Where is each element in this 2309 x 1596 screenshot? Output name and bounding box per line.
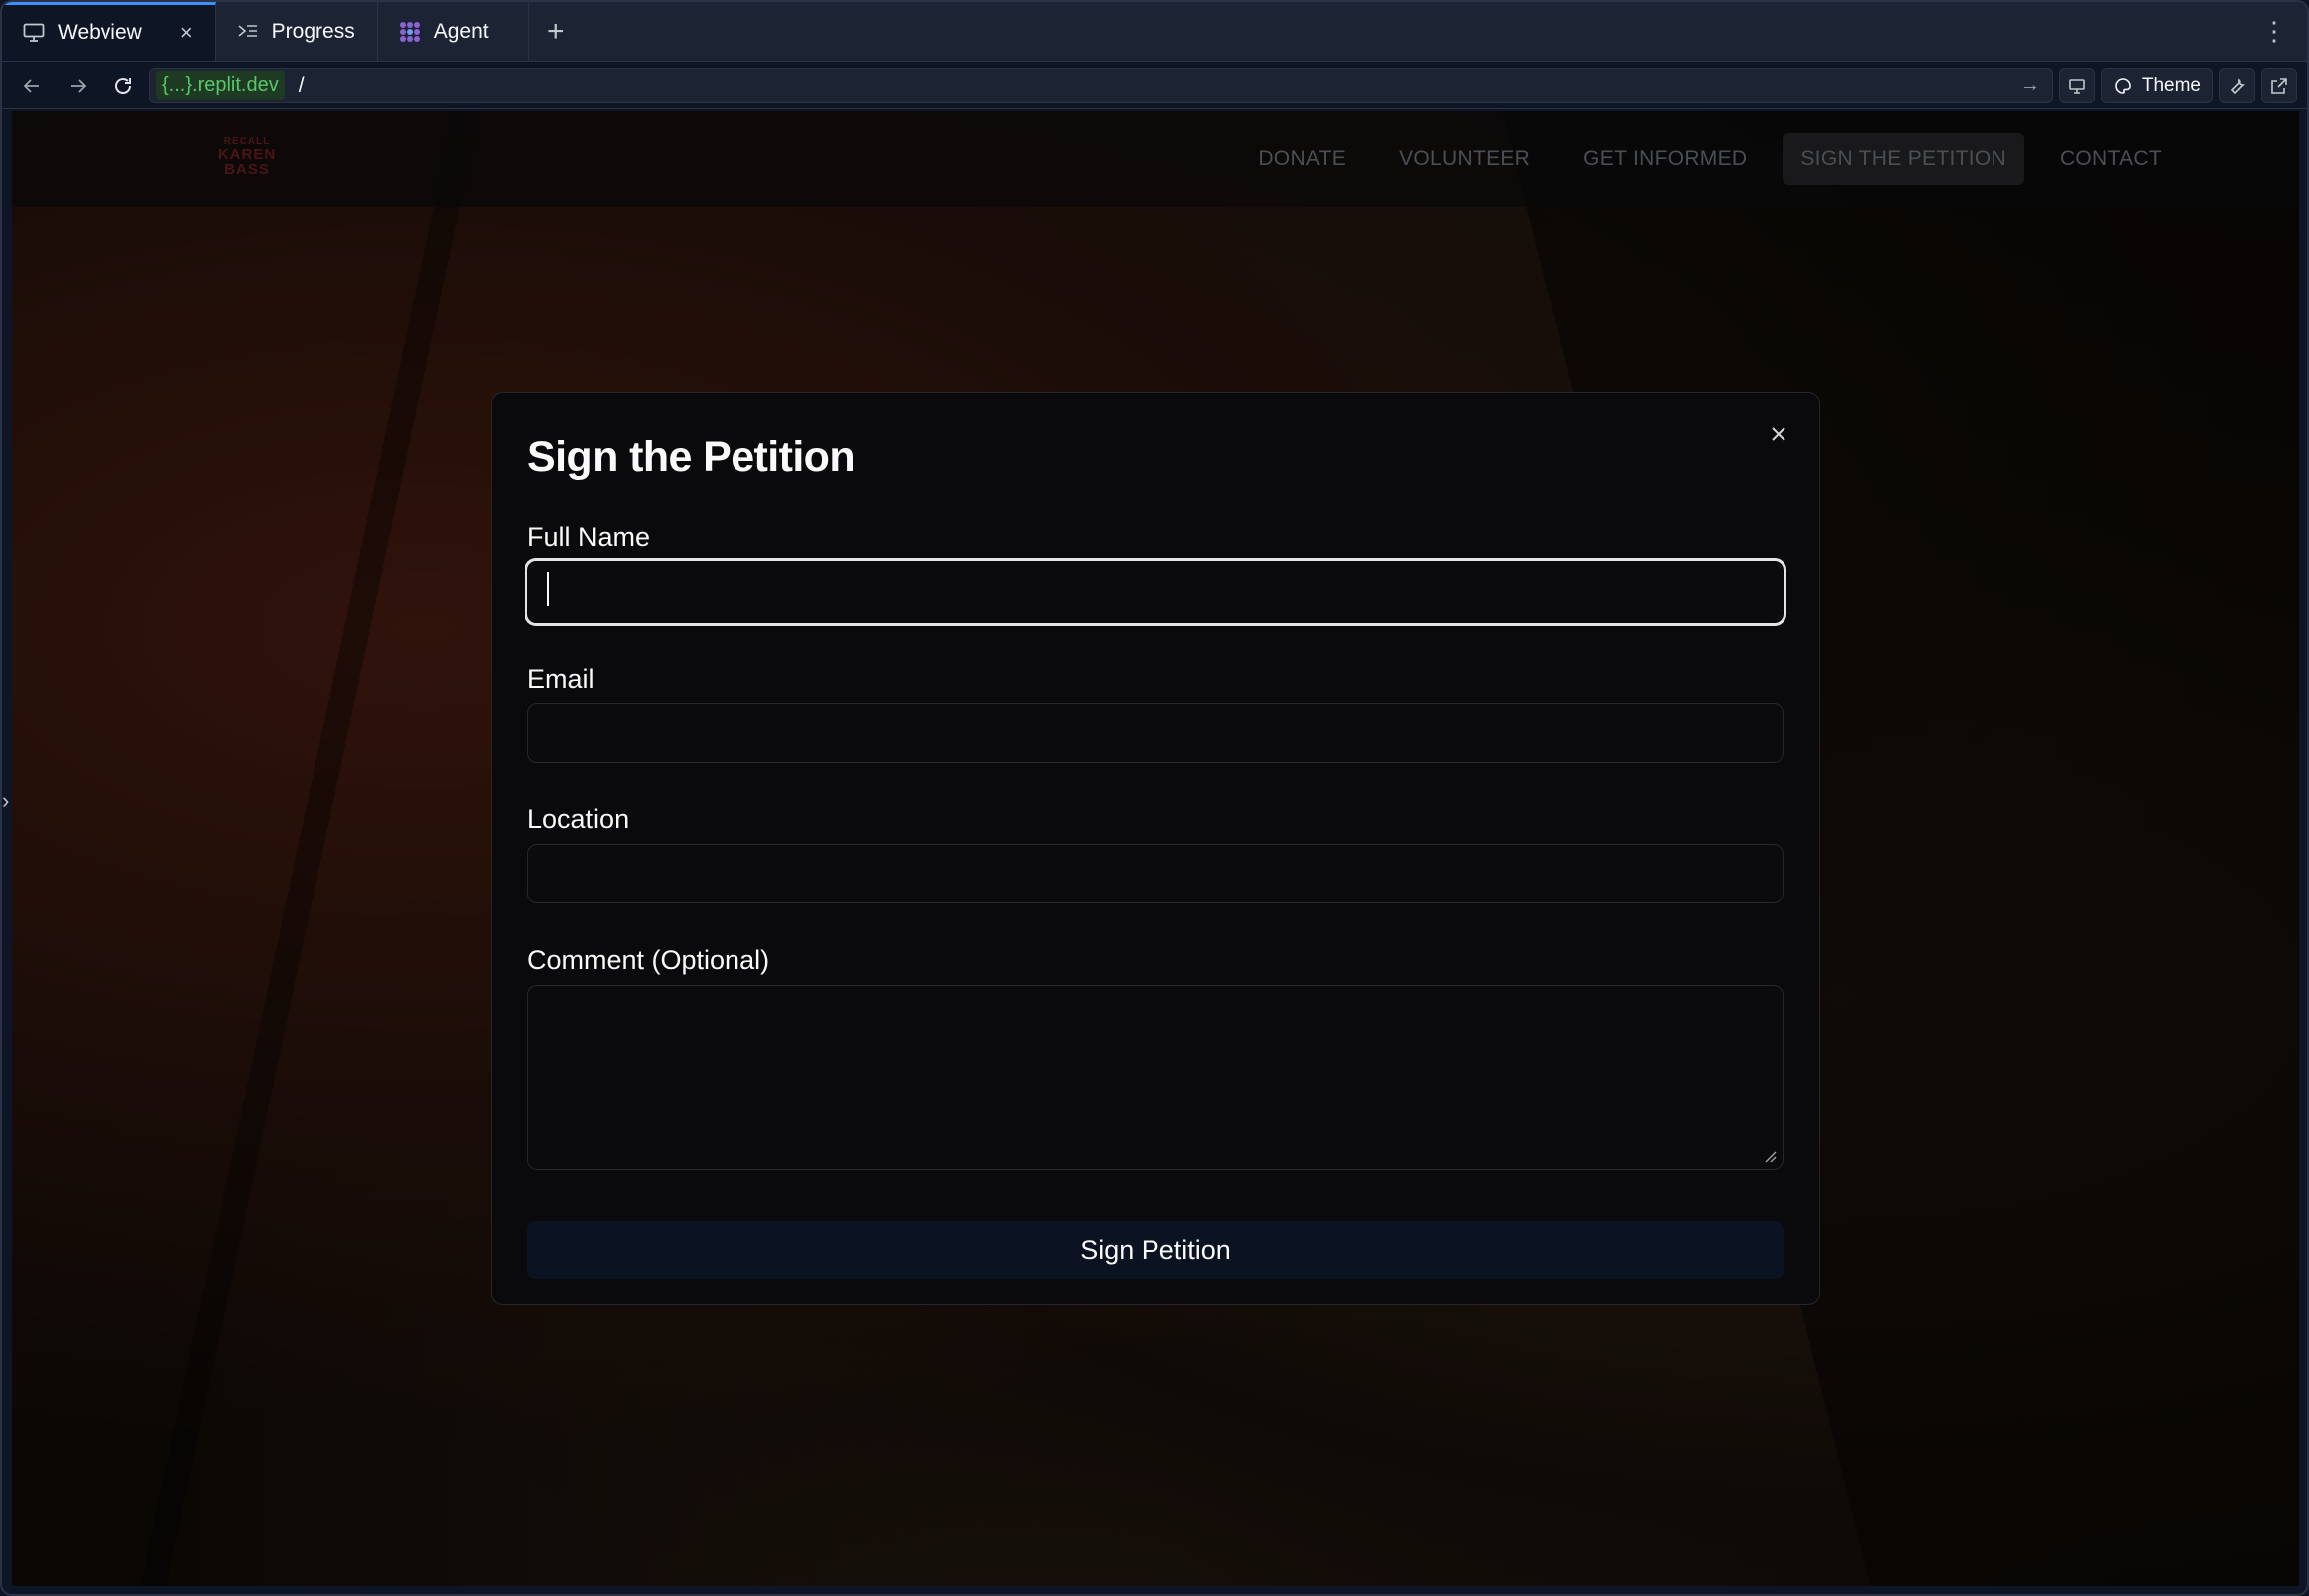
nav-donate[interactable]: DONATE [1240, 133, 1364, 185]
url-bar: {...}.replit.dev / → Theme [2, 62, 2307, 109]
devtools-button[interactable] [2219, 67, 2255, 103]
devices-icon [2069, 78, 2085, 94]
monitor-icon [22, 21, 46, 45]
chevron-right-icon[interactable]: › [2, 788, 12, 813]
close-icon[interactable]: × [180, 20, 193, 46]
email-label: Email [527, 664, 595, 694]
resize-handle-icon[interactable] [1763, 1149, 1777, 1163]
dialog-title: Sign the Petition [527, 433, 856, 481]
nav-volunteer[interactable]: VOLUNTEER [1381, 133, 1548, 185]
tab-webview[interactable]: Webview × [2, 2, 216, 61]
back-button[interactable] [12, 66, 52, 105]
progress-icon [236, 20, 260, 44]
location-label: Location [527, 804, 630, 834]
agent-icon [398, 20, 422, 44]
replit-window: Webview × Progress Agent + ⋮ {...}.repli… [0, 0, 2309, 1596]
more-options-icon[interactable]: ⋮ [2261, 18, 2287, 44]
email-input[interactable] [527, 703, 1784, 763]
close-icon [1772, 427, 1785, 441]
devices-button[interactable] [2058, 67, 2095, 103]
theme-label: Theme [2141, 74, 2201, 96]
theme-button[interactable]: Theme [2100, 67, 2213, 103]
address-bar[interactable]: {...}.replit.dev / → [149, 67, 2053, 103]
go-arrow-icon[interactable]: → [2020, 74, 2046, 97]
site-logo[interactable]: RECALL KAREN BASS [207, 135, 287, 179]
url-host: {...}.replit.dev [156, 71, 285, 100]
open-new-window-button[interactable] [2261, 67, 2297, 103]
url-path: / [298, 73, 305, 97]
full-name-label: Full Name [527, 522, 651, 552]
tab-label: Progress [271, 19, 355, 43]
arrow-right-icon [71, 78, 87, 93]
tab-label: Webview [58, 21, 142, 44]
sign-petition-button[interactable]: Sign Petition [527, 1221, 1784, 1279]
nav-get-informed[interactable]: GET INFORMED [1566, 133, 1765, 185]
nav-contact[interactable]: CONTACT [2042, 133, 2180, 185]
logo-line: KAREN [217, 146, 277, 163]
reload-icon [115, 77, 131, 94]
plus-icon: + [546, 14, 565, 48]
tab-agent[interactable]: Agent [378, 2, 529, 61]
comment-label: Comment (Optional) [527, 945, 770, 975]
full-name-input[interactable] [525, 558, 1786, 626]
webview: RECALL KAREN BASS DONATE VOLUNTEER GET I… [12, 111, 2299, 1586]
comment-textarea[interactable] [527, 985, 1784, 1170]
nav-sign-the-petition[interactable]: SIGN THE PETITION [1783, 133, 2024, 185]
logo-line: BASS [224, 161, 270, 178]
site-nav: DONATE VOLUNTEER GET INFORMED SIGN THE P… [1240, 133, 2180, 185]
arrow-left-icon [23, 78, 39, 93]
wrench-icon [2230, 77, 2245, 94]
tab-progress[interactable]: Progress [216, 2, 378, 61]
close-dialog-button[interactable] [1764, 419, 1793, 449]
forward-button[interactable] [58, 66, 98, 105]
petition-dialog: Sign the Petition Full Name Email Locati… [491, 392, 1820, 1305]
reload-button[interactable] [104, 66, 143, 105]
site-header: RECALL KAREN BASS DONATE VOLUNTEER GET I… [12, 111, 2299, 207]
palette-icon [2115, 77, 2131, 94]
tab-label: Agent [433, 19, 489, 43]
location-input[interactable] [527, 844, 1784, 903]
text-caret [547, 572, 549, 606]
external-link-icon [2271, 77, 2287, 94]
add-tab-button[interactable]: + [529, 2, 583, 61]
tab-bar: Webview × Progress Agent + ⋮ [2, 2, 2307, 62]
